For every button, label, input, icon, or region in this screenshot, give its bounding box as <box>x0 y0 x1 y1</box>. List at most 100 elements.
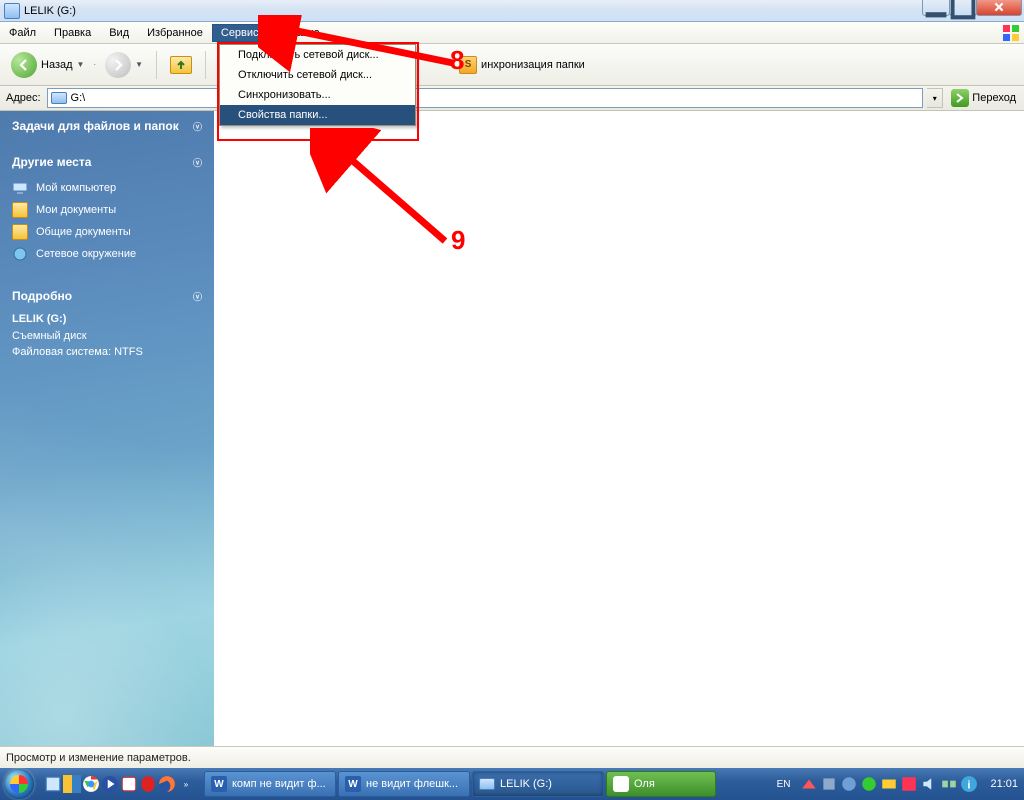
tray-network-icon[interactable] <box>940 775 958 793</box>
menu-favorites[interactable]: Избранное <box>138 24 212 42</box>
drive-icon <box>4 3 20 19</box>
details-filesystem: Файловая система: NTFS <box>12 344 202 361</box>
close-button[interactable] <box>976 0 1022 16</box>
svg-text:i: i <box>968 780 971 792</box>
sidebar-item-label: Сетевое окружение <box>36 248 136 260</box>
sidebar-item-shared-documents[interactable]: Общие документы <box>12 221 214 243</box>
task-label: комп не видит ф... <box>232 778 326 790</box>
ql-tc-icon[interactable] <box>63 775 81 793</box>
sidebar-item-my-documents[interactable]: Мои документы <box>12 199 214 221</box>
system-tray: i <box>794 775 984 793</box>
shared-documents-icon <box>12 224 28 240</box>
menu-help[interactable]: Справка <box>268 24 329 42</box>
go-arrow-icon <box>951 89 969 107</box>
menu-edit[interactable]: Правка <box>45 24 100 42</box>
back-button[interactable]: Назад ▼ <box>6 49 89 81</box>
ql-chrome-icon[interactable] <box>82 775 100 793</box>
toolbar: Назад ▼ · ▼ S инхронизация папки <box>0 44 1024 86</box>
sync-label: инхронизация папки <box>481 59 585 71</box>
task-explorer[interactable]: LELIK (G:) <box>472 771 604 797</box>
start-button[interactable] <box>0 768 38 800</box>
tray-icon[interactable] <box>880 775 898 793</box>
quick-launch: » <box>38 775 201 793</box>
start-orb-icon <box>4 769 34 799</box>
task-label: LELIK (G:) <box>500 778 552 790</box>
address-field[interactable]: G:\ <box>47 88 924 108</box>
task-word-2[interactable]: Wне видит флешк... <box>338 771 470 797</box>
annotation-number-9: 9 <box>451 225 465 256</box>
task-word-1[interactable]: Wкомп не видит ф... <box>204 771 336 797</box>
sidebar-item-label: Общие документы <box>36 226 131 238</box>
details-panel-title: Подробно <box>12 289 72 303</box>
chevron-down-icon: ▼ <box>135 60 143 69</box>
address-path: G:\ <box>71 92 86 104</box>
tasks-panel-title: Задачи для файлов и папок <box>12 119 179 133</box>
menuitem-disconnect-network-drive[interactable]: Отключить сетевой диск... <box>220 65 415 85</box>
details-drive-type: Съемный диск <box>12 328 202 345</box>
forward-button[interactable]: ▼ <box>100 49 148 81</box>
menu-bar: Файл Правка Вид Избранное Сервис Справка <box>0 22 1024 44</box>
places-panel-header[interactable]: Другие места ⓥ <box>0 147 214 177</box>
places-panel-items: Мой компьютер Мои документы Общие докуме… <box>0 177 214 275</box>
drive-icon <box>51 92 67 104</box>
details-panel-content: LELIK (G:) Съемный диск Файловая система… <box>0 311 214 371</box>
ql-opera-icon[interactable] <box>139 775 157 793</box>
go-button[interactable]: Переход <box>947 89 1020 107</box>
tasks-panel-header[interactable]: Задачи для файлов и папок ⓥ <box>0 111 214 141</box>
places-panel-title: Другие места <box>12 155 91 169</box>
back-label: Назад <box>41 59 73 71</box>
ql-player-icon[interactable] <box>101 775 119 793</box>
word-icon: W <box>211 776 227 792</box>
tools-menu-dropdown: Подключить сетевой диск... Отключить сет… <box>219 44 416 126</box>
sync-folder-button[interactable]: S инхронизация папки <box>454 53 590 77</box>
sidebar-item-label: Мой компьютер <box>36 182 116 194</box>
address-label: Адрес: <box>4 92 43 104</box>
minimize-button[interactable] <box>922 0 950 16</box>
ql-chevron-icon[interactable]: » <box>177 775 195 793</box>
tray-icon[interactable] <box>800 775 818 793</box>
taskbar: » Wкомп не видит ф... Wне видит флешк...… <box>0 768 1024 800</box>
windows-flag-icon <box>1002 24 1020 42</box>
ql-firefox-icon[interactable] <box>158 775 176 793</box>
menuitem-folder-options[interactable]: Свойства папки... <box>220 105 415 125</box>
im-icon <box>613 776 629 792</box>
ql-safe-icon[interactable] <box>120 775 138 793</box>
sidebar: Задачи для файлов и папок ⓥ Другие места… <box>0 111 214 746</box>
language-indicator[interactable]: EN <box>773 779 795 790</box>
address-bar: Адрес: G:\ ▾ Переход <box>0 86 1024 111</box>
tray-icon[interactable] <box>900 775 918 793</box>
menuitem-map-network-drive[interactable]: Подключить сетевой диск... <box>220 45 415 65</box>
maximize-button[interactable] <box>949 0 977 16</box>
chevron-down-icon: ⓥ <box>193 120 202 133</box>
network-icon <box>12 246 28 262</box>
tray-icon[interactable] <box>840 775 858 793</box>
forward-arrow-icon <box>105 52 131 78</box>
details-panel-header[interactable]: Подробно ⓥ <box>0 281 214 311</box>
annotation-number-8: 8 <box>450 45 464 76</box>
chevron-down-icon: ▼ <box>77 60 85 69</box>
address-dropdown[interactable]: ▾ <box>927 88 943 108</box>
menu-tools[interactable]: Сервис <box>212 24 268 42</box>
tray-icon[interactable] <box>860 775 878 793</box>
ql-show-desktop-icon[interactable] <box>44 775 62 793</box>
sidebar-item-my-computer[interactable]: Мой компьютер <box>12 177 214 199</box>
tray-info-icon[interactable]: i <box>960 775 978 793</box>
window-buttons <box>923 0 1022 16</box>
task-im[interactable]: Оля <box>606 771 716 797</box>
drive-icon <box>479 778 495 790</box>
toolbar-separator: · <box>93 60 96 69</box>
title-bar: LELIK (G:) <box>0 0 1024 22</box>
tray-volume-icon[interactable] <box>920 775 938 793</box>
up-button[interactable] <box>165 53 197 77</box>
main-content <box>214 111 1024 746</box>
menu-file[interactable]: Файл <box>0 24 45 42</box>
folder-up-icon <box>170 56 192 74</box>
toolbar-divider <box>156 51 157 79</box>
sidebar-item-network[interactable]: Сетевое окружение <box>12 243 214 265</box>
menu-view[interactable]: Вид <box>100 24 138 42</box>
chevron-up-icon: ⓥ <box>193 290 202 303</box>
tray-icon[interactable] <box>820 775 838 793</box>
clock[interactable]: 21:01 <box>984 778 1024 790</box>
sidebar-item-label: Мои документы <box>36 204 116 216</box>
menuitem-synchronize[interactable]: Синхронизовать... <box>220 85 415 105</box>
